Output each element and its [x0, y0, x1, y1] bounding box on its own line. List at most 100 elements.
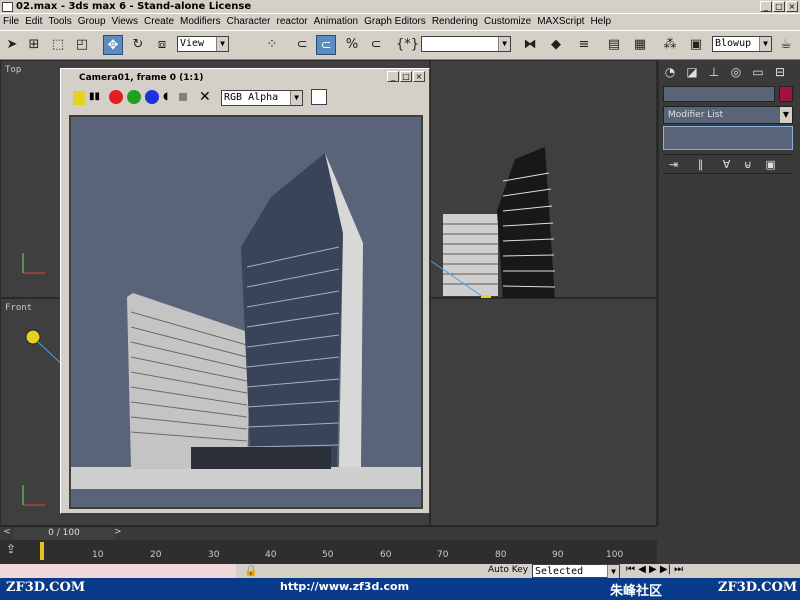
show-end-result-icon[interactable]: ∥	[698, 158, 704, 171]
time-slider[interactable]: < 0 / 100 >	[0, 526, 657, 540]
schematic-icon[interactable]: ▦	[630, 35, 650, 55]
menu-graph-editors[interactable]: Graph Editors	[361, 14, 429, 30]
alpha-channel-icon[interactable]: ◖	[163, 91, 168, 102]
lock-icon[interactable]: 🔒	[244, 564, 258, 577]
clear-icon[interactable]: ✕	[199, 89, 211, 105]
stack-controls: ⇥ ∥ ∀ ⊌ ▣	[663, 154, 793, 174]
modifier-stack[interactable]	[663, 126, 793, 150]
channel-display-combo[interactable]: RGB Alpha ▼	[221, 90, 303, 106]
key-filter-combo[interactable]: Selected ▼	[532, 564, 620, 579]
menu-modifiers[interactable]: Modifiers	[177, 14, 224, 30]
viewport-perspective[interactable]	[430, 60, 657, 299]
time-slider-thumb[interactable]: 0 / 100	[14, 527, 114, 540]
motion-tab-icon[interactable]: ◎	[727, 64, 745, 80]
make-unique-icon[interactable]: ∀	[723, 158, 731, 171]
color-swatch[interactable]	[311, 89, 327, 105]
rendered-image	[69, 115, 423, 509]
configure-sets-icon[interactable]: ▣	[765, 158, 775, 171]
menu-customize[interactable]: Customize	[481, 14, 534, 30]
percent-snap-icon[interactable]: %	[342, 35, 362, 55]
axis-tripod-icon	[22, 253, 45, 274]
green-channel-icon[interactable]	[127, 90, 141, 104]
rotate-icon[interactable]: ↻	[128, 35, 148, 55]
quick-render-icon[interactable]: ☕	[776, 35, 796, 55]
maximize-button[interactable]: □	[773, 1, 785, 12]
playback-controls[interactable]: ⏮ ◀ ▶ ▶| ⏭	[626, 564, 683, 575]
scale-icon[interactable]: ⧈	[152, 35, 172, 55]
banner-url[interactable]: http://www.zf3d.com	[280, 580, 409, 593]
menu-tools[interactable]: Tools	[45, 14, 74, 30]
mono-icon[interactable]	[179, 93, 187, 101]
create-tab-icon[interactable]: ◔	[661, 64, 679, 80]
menu-edit[interactable]: Edit	[22, 14, 45, 30]
snap-icon[interactable]: ⊂	[292, 35, 312, 55]
chevron-down-icon: ▼	[290, 91, 302, 105]
angle-snap-icon[interactable]: ⊂	[316, 35, 336, 55]
move-icon[interactable]: ✥	[103, 35, 123, 55]
menu-group[interactable]: Group	[75, 14, 109, 30]
tick-label: 20	[150, 550, 162, 560]
curve-editor-mini-icon[interactable]: ⇪	[6, 542, 26, 560]
render-toolbar: ▮▮ ◖ ✕ RGB Alpha ▼	[69, 89, 423, 109]
key-marker[interactable]	[40, 542, 44, 560]
modify-tab-icon[interactable]: ◪	[683, 64, 701, 80]
layers-icon[interactable]: ≡	[574, 35, 594, 55]
render-close-button[interactable]: ×	[413, 71, 425, 82]
clone-icon[interactable]: ▮▮	[89, 91, 100, 102]
auto-key-button[interactable]: Auto Key	[488, 565, 530, 577]
viewport-left[interactable]	[430, 298, 657, 526]
mirror-icon[interactable]: ⧓	[520, 35, 540, 55]
render-type-combo[interactable]: Blowup ▼	[712, 36, 772, 52]
prev-frame-icon[interactable]: <	[0, 527, 14, 540]
align-icon[interactable]: ◆	[546, 35, 566, 55]
select-region-icon[interactable]: ⬚	[48, 35, 68, 55]
close-button[interactable]: ×	[786, 1, 798, 12]
menu-character[interactable]: Character	[224, 14, 274, 30]
utilities-tab-icon[interactable]: ⊟	[771, 64, 789, 80]
menu-views[interactable]: Views	[109, 14, 142, 30]
menu-file[interactable]: File	[0, 14, 22, 30]
main-toolbar: ➤ ⊞ ⬚ ◰ ✥ ↻ ⧈ View ▼ ⁘ ⊂ ⊂ % ⊂ {*} ▼ ⧓ ◆ …	[0, 30, 800, 60]
render-minimize-button[interactable]: _	[387, 71, 399, 82]
building-wireframe	[431, 147, 556, 299]
select-by-name-icon[interactable]: ⊞	[24, 35, 44, 55]
material-editor-icon[interactable]: ⁂	[660, 35, 680, 55]
spinner-snap-icon[interactable]: ⊂	[366, 35, 386, 55]
curve-editor-icon[interactable]: ▤	[604, 35, 624, 55]
blue-channel-icon[interactable]	[145, 90, 159, 104]
remove-modifier-icon[interactable]: ⊌	[744, 158, 752, 171]
hierarchy-tab-icon[interactable]: ⊥	[705, 64, 723, 80]
viewport-front-label[interactable]: Front	[5, 303, 32, 313]
save-icon[interactable]	[73, 91, 85, 105]
menu-create[interactable]: Create	[141, 14, 177, 30]
menu-maxscript[interactable]: MAXScript	[534, 14, 587, 30]
object-color-swatch[interactable]	[779, 86, 793, 102]
display-tab-icon[interactable]: ▭	[749, 64, 767, 80]
track-bar[interactable]: ⇪ 10 20 30 40 50 60 70 80 90 100	[0, 540, 657, 564]
render-maximize-button[interactable]: □	[400, 71, 412, 82]
menu-animation[interactable]: Animation	[311, 14, 361, 30]
pin-stack-icon[interactable]: ⇥	[669, 158, 678, 171]
menu-reactor[interactable]: reactor	[274, 14, 311, 30]
reference-coord-combo[interactable]: View ▼	[177, 36, 229, 52]
object-name-field[interactable]	[663, 86, 775, 102]
pivot-icon[interactable]: ⁘	[262, 35, 282, 55]
modifier-list-combo[interactable]: Modifier List ▼	[663, 106, 793, 124]
maxscript-listener[interactable]	[0, 564, 236, 578]
banner-right-text: ZF3D.COM	[718, 580, 798, 595]
menu-rendering[interactable]: Rendering	[429, 14, 481, 30]
viewport-top-label[interactable]: Top	[5, 65, 21, 75]
window-crossing-icon[interactable]: ◰	[72, 35, 92, 55]
next-frame-icon[interactable]: >	[114, 527, 124, 540]
minimize-button[interactable]: _	[760, 1, 772, 12]
menu-help[interactable]: Help	[587, 14, 614, 30]
rendered-frame-window[interactable]: Camera01, frame 0 (1:1) _ □ × ▮▮ ◖ ✕ RGB…	[60, 68, 430, 514]
render-scene-icon[interactable]: ▣	[686, 35, 706, 55]
named-selection-icon[interactable]: {*}	[396, 35, 419, 55]
tick-label: 40	[265, 550, 277, 560]
named-selection-combo[interactable]: ▼	[421, 36, 511, 52]
red-channel-icon[interactable]	[109, 90, 123, 104]
banner-cn-text: 朱峰社区	[610, 584, 663, 599]
tick-label: 80	[495, 550, 507, 560]
select-icon[interactable]: ➤	[2, 35, 22, 55]
